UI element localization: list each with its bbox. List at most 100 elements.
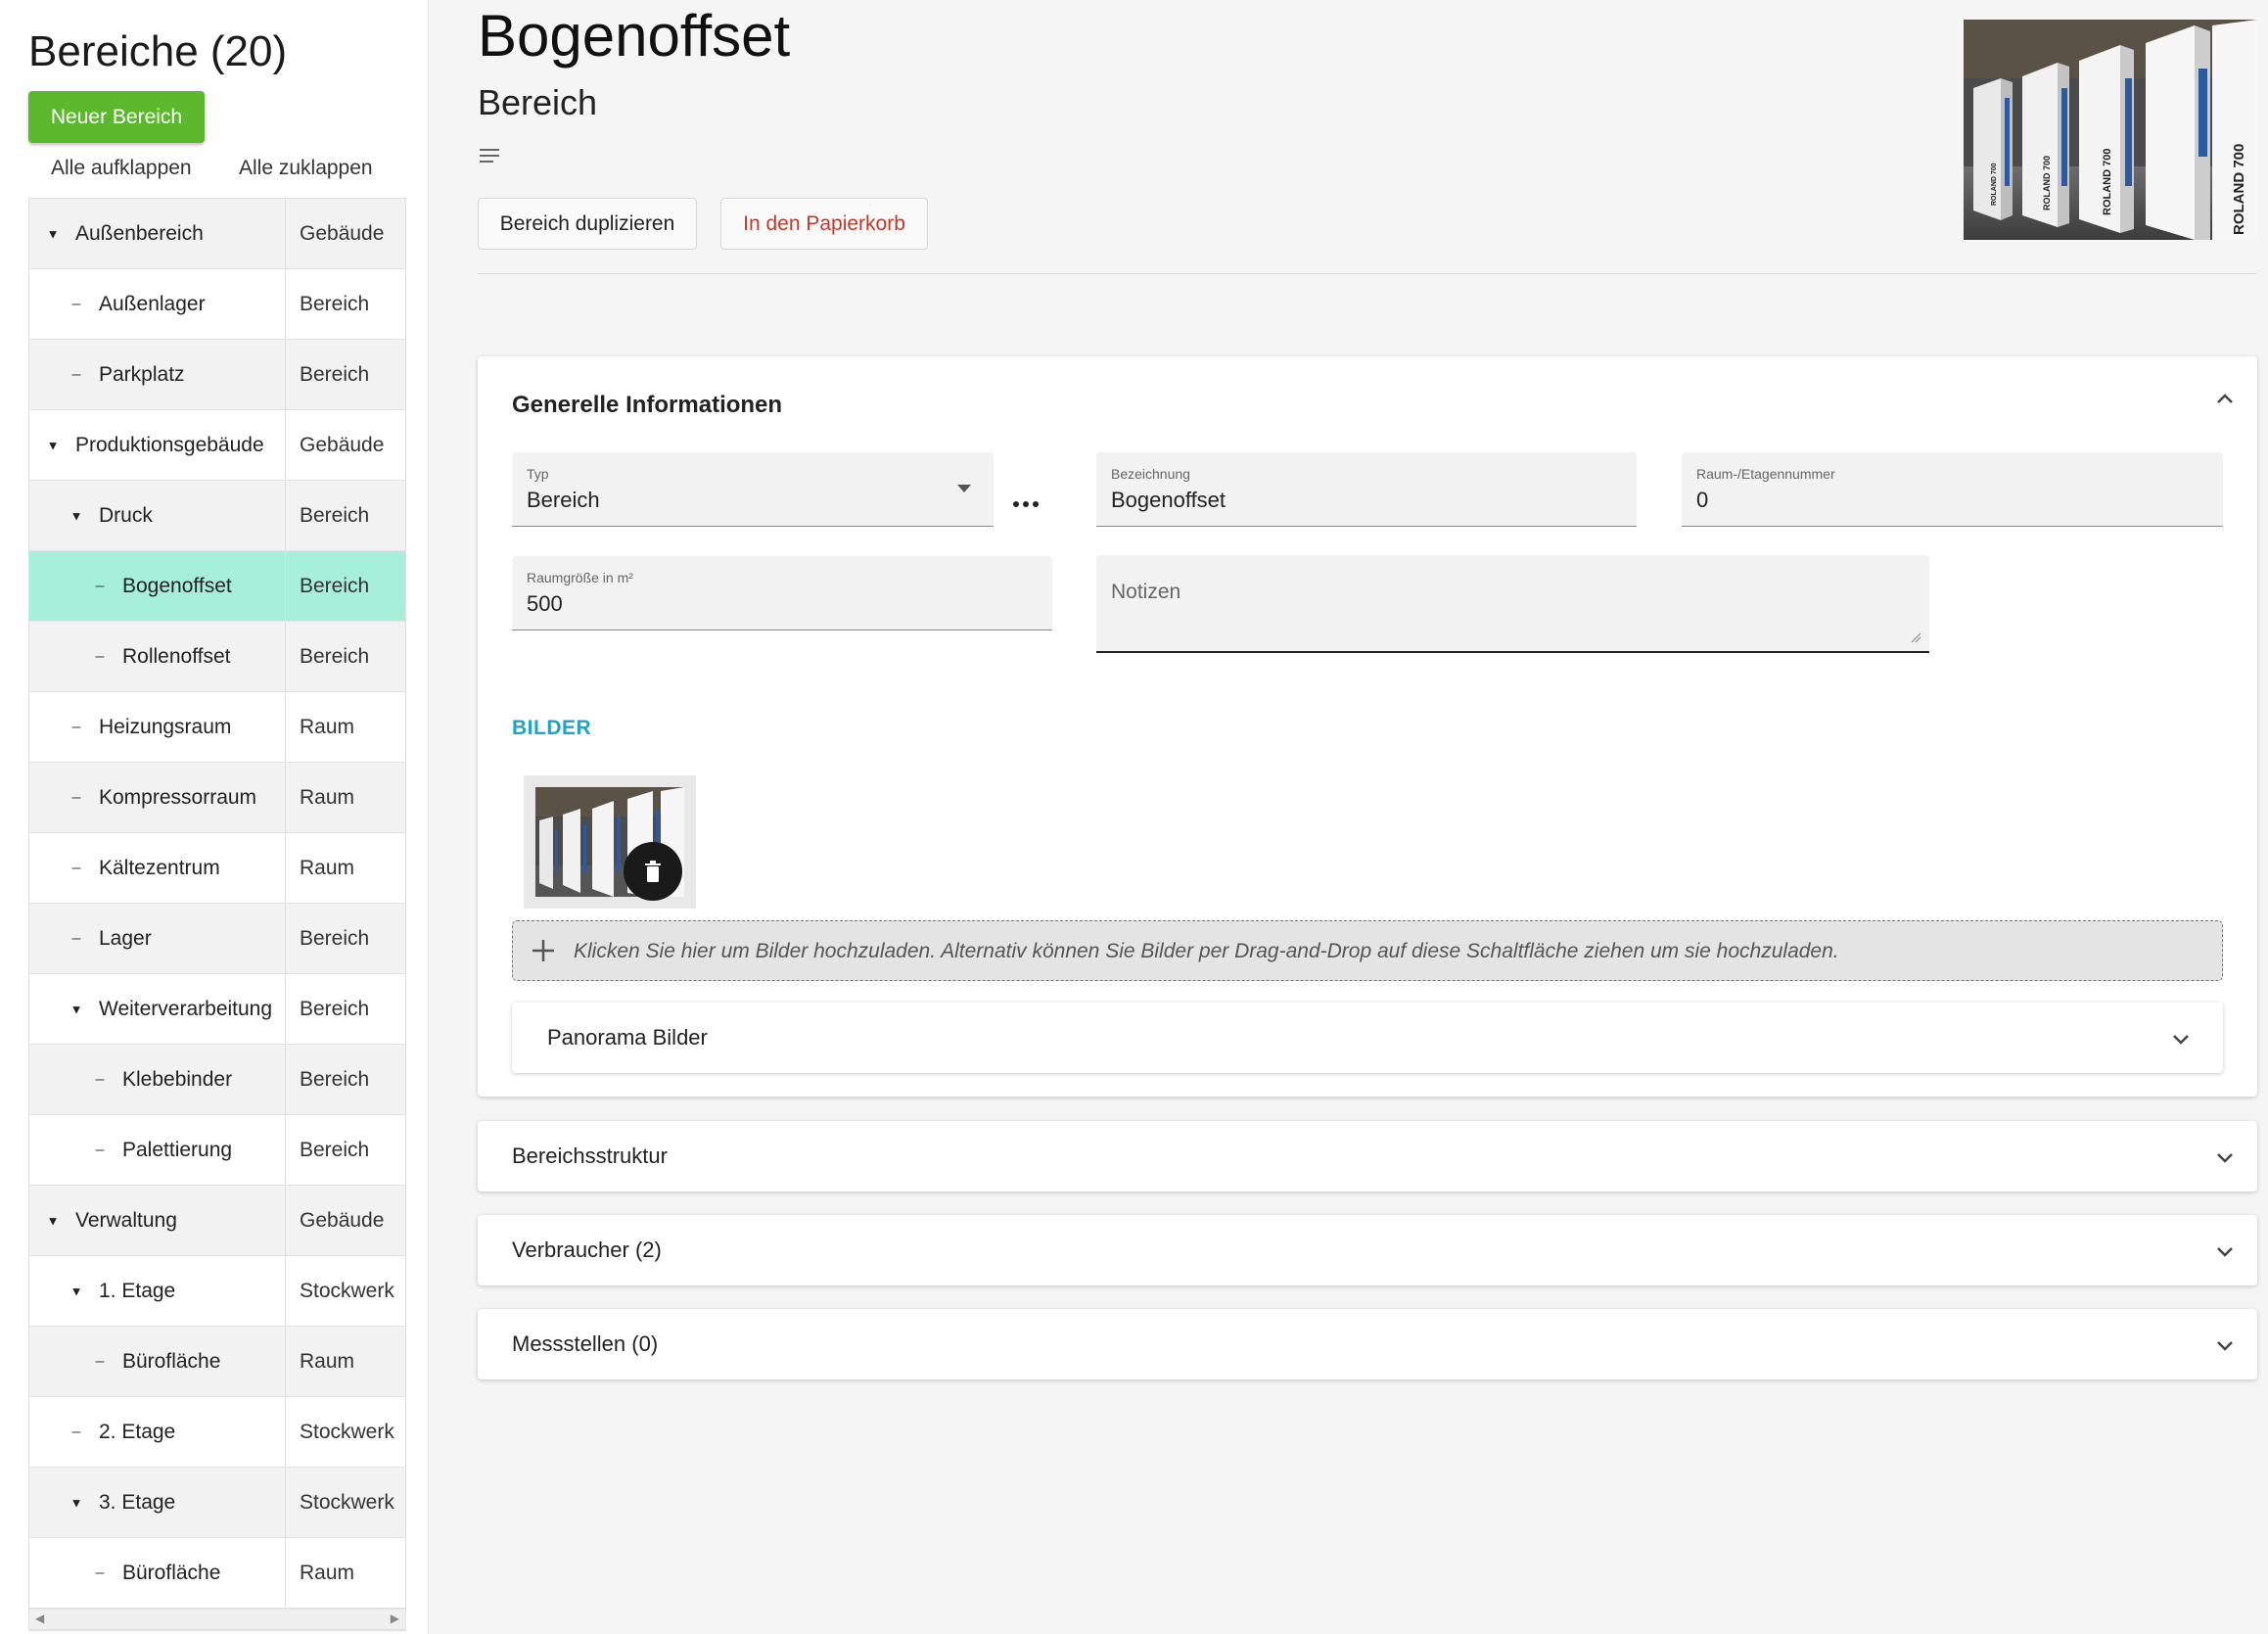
leaf-dash-icon: – (71, 295, 81, 312)
expand-toggle-icon[interactable]: ▼ (43, 226, 63, 241)
tree-row[interactable]: – Bogenoffset Bereich (29, 551, 405, 622)
area-photo: ROLAND 700 ROLAND 700 ROLAND 700 ROLAND … (1964, 20, 2257, 240)
expand-toggle-icon[interactable]: ▼ (67, 1002, 86, 1016)
tree-row[interactable]: – Klebebinder Bereich (29, 1045, 405, 1115)
photo-label-4: ROLAND 700 (2231, 144, 2247, 235)
photo-label-3: ROLAND 700 (2102, 149, 2113, 215)
notes-textarea[interactable]: Notizen (1096, 555, 1929, 653)
expand-toggle-icon[interactable]: ▼ (43, 438, 63, 452)
tree-name-cell: – Bürofläche (29, 1538, 286, 1608)
tree-row[interactable]: ▼ 3. Etage Stockwerk (29, 1468, 405, 1538)
tree-row[interactable]: – Parkplatz Bereich (29, 340, 405, 410)
tree-row[interactable]: – Kältezentrum Raum (29, 833, 405, 904)
tree-item-label: Verwaltung (75, 1208, 177, 1232)
trash-icon (645, 861, 661, 882)
collapse-all-button[interactable]: Alle zuklappen (239, 157, 373, 180)
duplicate-area-button[interactable]: Bereich duplizieren (478, 198, 697, 250)
tree-row[interactable]: ▼ Außenbereich Gebäude (29, 199, 405, 269)
room-number-value: 0 (1696, 488, 1709, 512)
area-structure-accordion[interactable]: Bereichsstruktur (478, 1121, 2257, 1191)
more-horizontal-icon (1013, 501, 1039, 507)
measuring-points-accordion[interactable]: Messstellen (0) (478, 1309, 2257, 1379)
tree-row[interactable]: – Lager Bereich (29, 904, 405, 974)
chevron-down-icon (2217, 1341, 2233, 1351)
delete-image-button[interactable] (624, 842, 682, 901)
tree-item-label: Lager (99, 926, 152, 950)
tree-row[interactable]: ▼ Produktionsgebäude Gebäude (29, 410, 405, 481)
upload-instructions: Klicken Sie hier um Bilder hochzuladen. … (574, 940, 1839, 962)
tree-row[interactable]: ▼ Weiterverarbeitung Bereich (29, 974, 405, 1045)
name-field[interactable]: Bezeichnung Bogenoffset (1096, 452, 1637, 527)
tree-row[interactable]: – Kompressorraum Raum (29, 763, 405, 833)
tree-item-type: Bereich (300, 644, 370, 668)
images-heading: BILDER (512, 717, 592, 739)
new-area-button[interactable]: Neuer Bereich (28, 91, 205, 143)
type-select[interactable]: Typ Bereich (512, 452, 994, 527)
consumers-title: Verbraucher (2) (512, 1237, 662, 1262)
room-number-label: Raum-/Etagennummer (1696, 466, 1835, 482)
tree-item-type: Bereich (300, 574, 370, 597)
image-thumbnail[interactable] (524, 775, 696, 909)
tree-item-label: Kältezentrum (99, 856, 220, 879)
description-menu-icon[interactable] (480, 149, 499, 164)
sidebar: Bereiche (20) Neuer Bereich Alle aufklap… (0, 0, 429, 1634)
consumers-accordion[interactable]: Verbraucher (2) (478, 1215, 2257, 1285)
tree-name-cell: ▼ 1. Etage (29, 1256, 286, 1326)
area-structure-title: Bereichsstruktur (512, 1144, 668, 1168)
chevron-up-icon[interactable] (2214, 392, 2236, 405)
more-options-button[interactable] (1006, 484, 1045, 513)
tree-name-cell: – Kompressorraum (29, 763, 286, 832)
tree-row[interactable]: – Bürofläche Raum (29, 1538, 405, 1609)
expand-all-button[interactable]: Alle aufklappen (51, 157, 192, 180)
expand-toggle-icon[interactable]: ▼ (67, 1284, 86, 1298)
page-title: Bogenoffset (478, 3, 791, 69)
tree-name-cell: – Heizungsraum (29, 692, 286, 762)
type-label: Typ (527, 466, 549, 482)
tree-row[interactable]: – Rollenoffset Bereich (29, 622, 405, 692)
tree-name-cell: – Kältezentrum (29, 833, 286, 903)
tree-item-label: Kompressorraum (99, 785, 257, 809)
tree-item-type: Raum (300, 715, 355, 738)
scroll-left-icon[interactable]: ◀ (35, 1611, 44, 1625)
tree-item-type: Gebäude (300, 221, 385, 245)
tree-name-cell: ▼ Druck (29, 481, 286, 550)
tree-row[interactable]: – 2. Etage Stockwerk (29, 1397, 405, 1468)
tree-item-type: Raum (300, 1349, 355, 1373)
tree-item-type: Gebäude (300, 433, 385, 456)
image-upload-dropzone[interactable]: Klicken Sie hier um Bilder hochzuladen. … (512, 920, 2223, 981)
general-info-card: Generelle Informationen Typ Bereich Beze… (478, 356, 2257, 1097)
area-tree: ▼ Außenbereich Gebäude – Außenlager Bereich – P… (28, 198, 406, 1631)
chevron-down-icon (2217, 1247, 2233, 1257)
expand-toggle-icon[interactable]: ▼ (67, 1495, 86, 1510)
resize-handle-icon[interactable] (1910, 631, 1921, 643)
tree-name-cell: – 2. Etage (29, 1397, 286, 1467)
tree-row[interactable]: – Heizungsraum Raum (29, 692, 405, 763)
tree-row[interactable]: – Außenlager Bereich (29, 269, 405, 340)
tree-item-label: Bürofläche (122, 1561, 221, 1584)
tree-name-cell: – Parkplatz (29, 340, 286, 409)
room-size-label: Raumgröße in m² (527, 570, 633, 585)
tree-row[interactable]: ▼ Druck Bereich (29, 481, 405, 551)
type-value: Bereich (527, 488, 600, 512)
photo-label-2: ROLAND 700 (2042, 156, 2052, 210)
expand-toggle-icon[interactable]: ▼ (43, 1213, 63, 1228)
tree-item-label: 3. Etage (99, 1490, 176, 1514)
tree-item-label: Weiterverarbeitung (99, 997, 273, 1020)
tree-row[interactable]: – Palettierung Bereich (29, 1115, 405, 1186)
tree-row[interactable]: ▼ Verwaltung Gebäude (29, 1186, 405, 1256)
scroll-right-icon[interactable]: ▶ (391, 1611, 399, 1625)
room-number-field[interactable]: Raum-/Etagennummer 0 (1682, 452, 2223, 527)
tree-item-type: Stockwerk (300, 1279, 394, 1302)
panorama-images-accordion[interactable]: Panorama Bilder (512, 1003, 2223, 1073)
leaf-dash-icon: – (95, 647, 105, 665)
tree-row[interactable]: – Bürofläche Raum (29, 1327, 405, 1397)
tree-item-type: Stockwerk (300, 1420, 394, 1443)
chevron-down-icon (2173, 1035, 2189, 1045)
tree-horizontal-scrollbar[interactable]: ◀ ▶ (28, 1609, 406, 1630)
leaf-dash-icon: – (71, 788, 81, 806)
expand-toggle-icon[interactable]: ▼ (67, 508, 86, 523)
tree-row[interactable]: ▼ 1. Etage Stockwerk (29, 1256, 405, 1327)
room-size-field[interactable]: Raumgröße in m² 500 (512, 556, 1052, 630)
panorama-title: Panorama Bilder (547, 1025, 708, 1050)
move-to-trash-button[interactable]: In den Papierkorb (720, 198, 928, 250)
